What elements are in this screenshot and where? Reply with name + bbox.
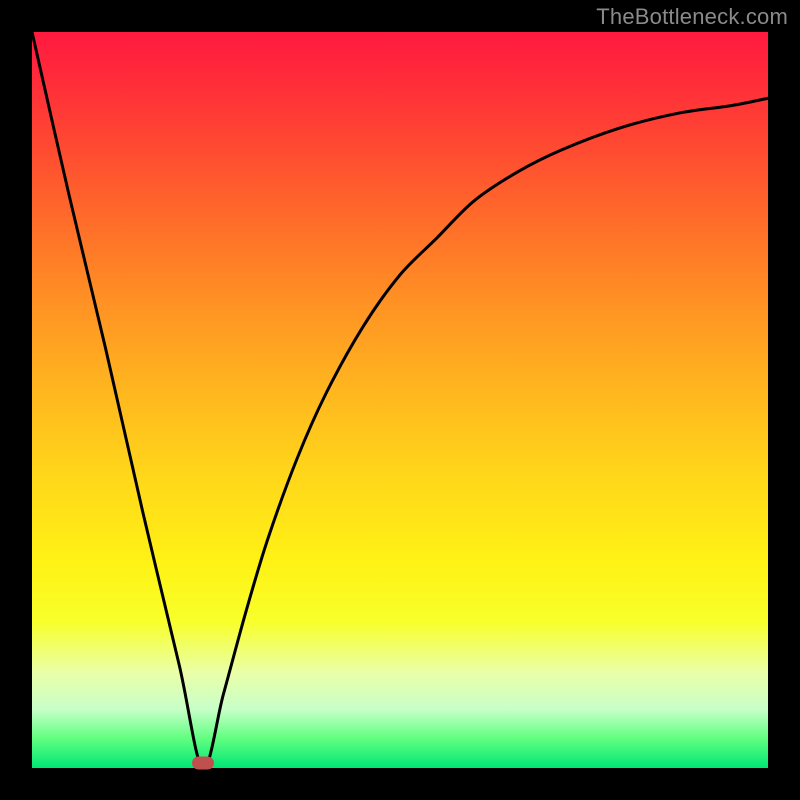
plot-area	[32, 32, 768, 768]
min-marker	[192, 757, 214, 770]
chart-stage: TheBottleneck.com	[0, 0, 800, 800]
watermark-text: TheBottleneck.com	[596, 4, 788, 30]
curve-svg	[32, 32, 768, 768]
curve-path	[32, 32, 768, 768]
